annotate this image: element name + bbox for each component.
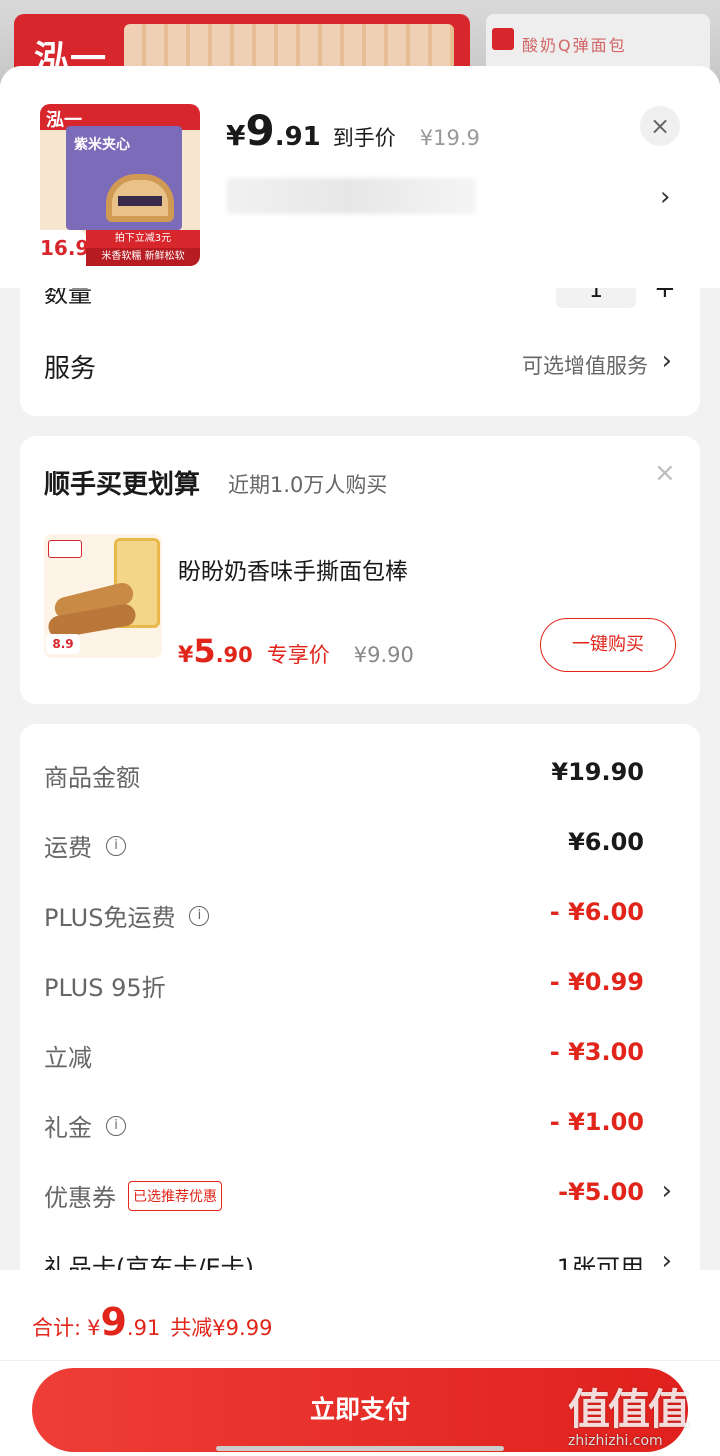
background-ad-right: 酸奶Q弹面包 (486, 14, 710, 74)
final-price: ¥ 9 .91 到手价 ¥19.9 (226, 106, 480, 156)
cost-value: - ¥3.00 (549, 1038, 644, 1066)
cost-value: - ¥0.99 (549, 968, 644, 996)
thumb-box: 紫米夹心 (66, 126, 182, 230)
close-icon[interactable]: × (654, 458, 676, 488)
thumb-box-title: 紫米夹心 (74, 137, 130, 153)
cost-label: 立减 (44, 1044, 92, 1072)
total-decimal: .91 (126, 1316, 161, 1340)
info-icon[interactable]: i (189, 905, 210, 926)
bundle-price-integer: 5 (193, 632, 216, 670)
bundle-product-image[interactable]: 8.9 (44, 534, 162, 658)
service-value[interactable]: 可选增值服务 (522, 350, 648, 380)
cost-value: - ¥6.00 (549, 898, 644, 926)
cost-value: - ¥1.00 (549, 1108, 644, 1136)
checkout-sheet: 泓一 紫米夹心 16.9 拍下立减3元 米香软糯 新鲜松软 ¥ 9 .91 到手… (0, 66, 720, 1456)
cost-row-coupon[interactable]: 优惠券 已选推荐优惠 -¥5.00 › (20, 1160, 700, 1230)
bundle-price: ¥ 5 .90 专享价 ¥9.90 (178, 632, 414, 670)
price-currency: ¥ (226, 119, 246, 152)
bundle-subtitle: 近期1.0万人购买 (228, 473, 388, 497)
cost-label: 运费 (44, 834, 92, 862)
cost-row-plus-discount: PLUS 95折 - ¥0.99 (20, 950, 700, 1020)
cost-row-shipping: 运费 i ¥6.00 (20, 810, 700, 880)
thumb-promo: 拍下立减3元 (86, 230, 200, 248)
total-label: 合计: (32, 1316, 82, 1340)
cost-label: PLUS免运费 (44, 904, 176, 932)
close-icon[interactable]: × (640, 106, 680, 146)
site-watermark: 值值值 zhizhizhi.com (568, 1376, 718, 1449)
bundle-image-price-tag: 8.9 (46, 634, 80, 654)
thumb-price-tag: 16.9 (40, 230, 89, 266)
cost-value: ¥19.90 (551, 758, 644, 786)
watermark-url: zhizhizhi.com (568, 1433, 663, 1449)
cost-row-goods: 商品金额 ¥19.90 (20, 740, 700, 810)
divider (0, 1360, 720, 1361)
chevron-right-icon[interactable]: › (662, 346, 672, 376)
total-savings: 共减¥9.99 (170, 1316, 273, 1340)
cost-label: 礼金 (44, 1114, 92, 1142)
sheet-header: 泓一 紫米夹心 16.9 拍下立减3元 米香软糯 新鲜松软 ¥ 9 .91 到手… (0, 66, 720, 288)
watermark-logo: 值值值 (568, 1385, 690, 1434)
brand-logo-icon (48, 540, 82, 558)
thumb-features: 米香软糯 新鲜松软 (86, 248, 200, 266)
cost-value: ¥6.00 (568, 828, 644, 856)
bundle-card: 顺手买更划算 近期1.0万人购买 × 8.9 盼盼奶香味手撕面包棒 ¥ 5 .9… (20, 436, 700, 704)
chevron-right-icon[interactable]: › (662, 1176, 672, 1206)
cost-value: -¥5.00 (558, 1178, 644, 1206)
cost-row-instant-discount: 立减 - ¥3.00 (20, 1020, 700, 1090)
cost-label: PLUS 95折 (44, 974, 166, 1002)
price-label: 到手价 (332, 126, 396, 150)
cost-label: 优惠券 (44, 1184, 116, 1212)
cost-label: 商品金额 (44, 764, 140, 792)
bundle-original-price: ¥9.90 (353, 643, 414, 667)
cost-row-gift-money: 礼金 i - ¥1.00 (20, 1090, 700, 1160)
info-icon[interactable]: i (106, 1115, 126, 1136)
bundle-price-currency: ¥ (178, 643, 194, 668)
bundle-title: 顺手买更划算 (44, 470, 201, 500)
service-label: 服务 (44, 354, 97, 384)
product-variant-blurred[interactable] (226, 178, 476, 214)
total-currency: ¥ (87, 1316, 101, 1340)
info-icon[interactable]: i (106, 835, 126, 856)
total-integer: 9 (100, 1300, 127, 1344)
bundle-product-name[interactable]: 盼盼奶香味手撕面包棒 (178, 552, 408, 586)
coupon-badge: 已选推荐优惠 (128, 1180, 222, 1211)
background-ad-logo (492, 28, 514, 50)
chevron-right-icon[interactable]: › (660, 182, 670, 212)
price-integer: 9 (245, 106, 275, 155)
bundle-price-label: 专享价 (266, 643, 330, 667)
one-click-buy-button[interactable]: 一键购买 (540, 618, 676, 672)
original-price: ¥19.9 (419, 126, 480, 150)
bundle-price-decimal: .90 (215, 643, 253, 667)
home-indicator (216, 1446, 504, 1451)
total-summary: 合计: ¥ 9 .91 共减¥9.99 (32, 1300, 272, 1344)
product-thumbnail[interactable]: 泓一 紫米夹心 16.9 拍下立减3元 米香软糯 新鲜松软 (40, 104, 200, 266)
cost-row-plus-free-shipping: PLUS免运费 i - ¥6.00 (20, 880, 700, 950)
price-decimal: .91 (274, 122, 321, 152)
background-ad-text: 酸奶Q弹面包 (522, 36, 627, 55)
